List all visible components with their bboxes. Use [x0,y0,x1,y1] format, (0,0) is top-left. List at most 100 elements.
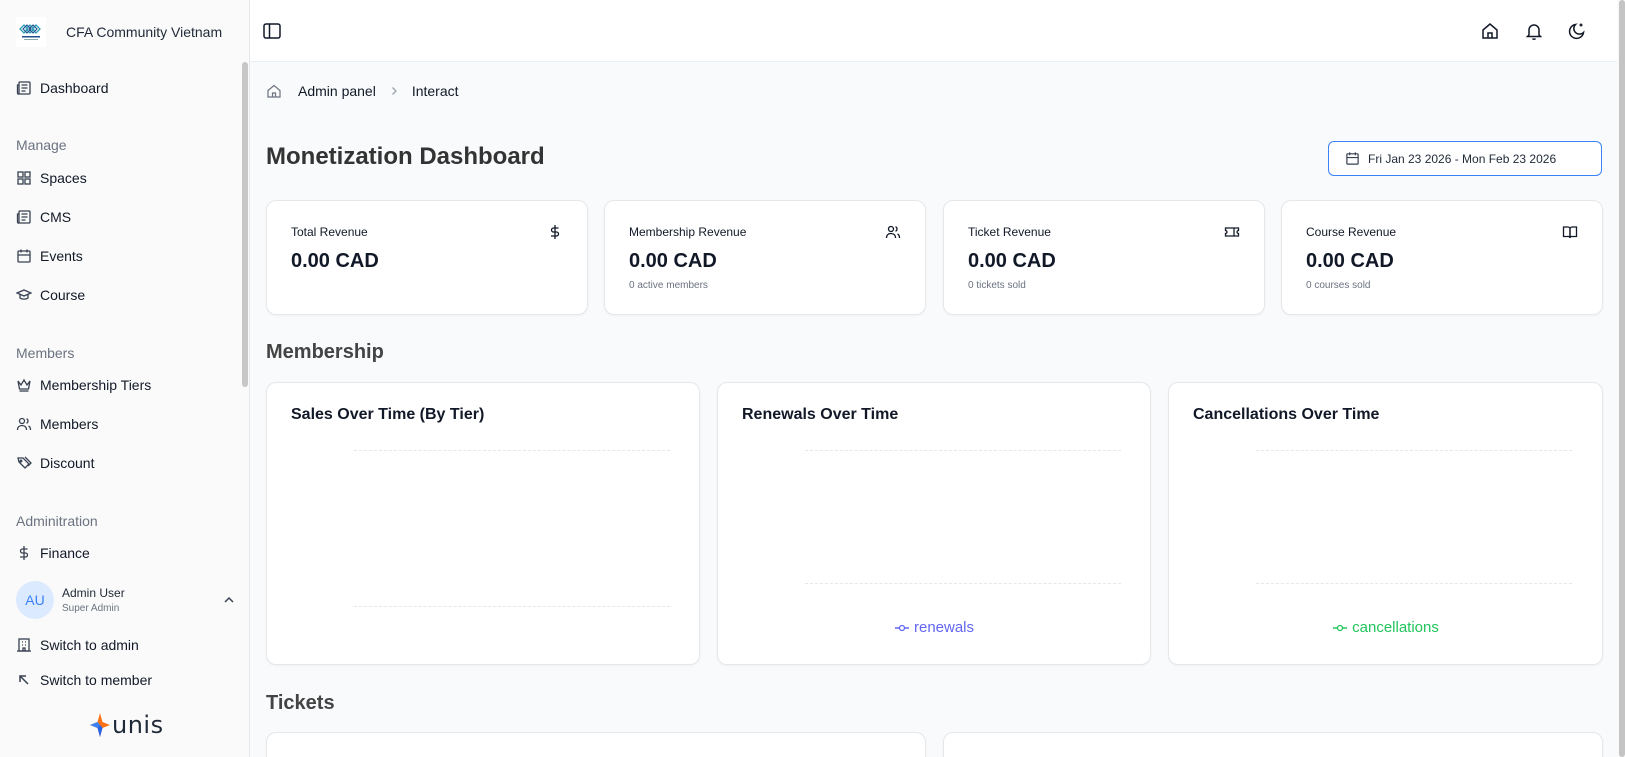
discount-tags-icon [17,456,32,469]
chart-legend: renewals [718,619,1150,636]
arrow-up-left-icon [19,675,29,685]
home-icon[interactable] [266,83,282,99]
chart-grid-line [354,450,670,451]
nav-group-members: Members [16,345,75,361]
line-marker-icon [1333,624,1348,631]
legend-label-cancellations: cancellations [1352,619,1439,636]
page-title: Monetization Dashboard [266,143,545,170]
kpi-subtext: 0 active members [629,280,708,291]
sidebar-item-label: Events [40,248,83,264]
kpi-label: Total Revenue [291,225,368,239]
breadcrumb-item-admin-panel[interactable]: Admin panel [298,83,376,99]
chart-legend: cancellations [1169,619,1602,636]
calendar-icon [1346,152,1359,165]
user-name: Admin User [62,586,125,600]
home-icon[interactable] [1480,21,1500,41]
chart-grid-line [805,583,1121,584]
sidebar-item-membership-tiers[interactable]: Membership Tiers [16,373,151,397]
nav-group-manage: Manage [16,137,67,153]
kpi-value: 0.00 CAD [629,250,717,272]
date-range-text: Fri Jan 23 2026 - Mon Feb 23 2026 [1368,151,1557,166]
chart-grid-line [354,606,670,607]
switch-to-member-label: Switch to member [40,672,153,688]
unis-wordmark: unis [112,711,164,739]
users-icon [885,225,901,239]
chart-card-sales: Sales Over Time (By Tier) [266,382,700,665]
ticket-icon [1224,227,1240,237]
sidebar-item-dashboard[interactable]: Dashboard [16,76,109,100]
switch-to-member-button[interactable]: Switch to member [16,668,152,692]
kpi-subtext: 0 tickets sold [968,280,1026,291]
building-icon [17,638,31,652]
chart-grid-line [805,450,1121,451]
sidebar-item-label: Spaces [40,170,87,186]
unis-logo: unis [89,711,164,739]
sidebar-item-discount[interactable]: Discount [16,451,94,475]
kpi-value: 0.00 CAD [1306,250,1394,272]
sidebar-item-course[interactable]: Course [16,283,85,307]
sidebar-item-finance[interactable]: Finance [16,541,90,565]
chart-title: Sales Over Time (By Tier) [291,406,485,423]
grid-icon [17,171,31,185]
kpi-value: 0.00 CAD [968,250,1056,272]
chart-card-cancellations: Cancellations Over Time cancellations [1168,382,1603,665]
sidebar-item-label: Members [40,416,99,432]
graduation-cap-icon [16,289,32,300]
app-name: CFA Community Vietnam [66,24,223,40]
breadcrumb: Admin panel Interact [266,81,459,101]
top-bar [250,0,1625,62]
sidebar-item-events[interactable]: Events [16,244,83,268]
kpi-label: Ticket Revenue [968,225,1051,239]
chart-title: Renewals Over Time [742,406,899,423]
kpi-card-course-revenue: Course Revenue 0.00 CAD 0 courses sold [1281,200,1603,315]
line-marker-icon [894,624,909,631]
sidebar-item-members[interactable]: Members [16,412,98,436]
moon-icon[interactable] [1567,21,1587,41]
date-range-picker[interactable]: Fri Jan 23 2026 - Mon Feb 23 2026 [1328,141,1602,176]
sidebar-item-cms[interactable]: CMS [16,205,71,229]
community-logo-icon [16,17,46,47]
kpi-label: Course Revenue [1306,225,1397,239]
sidebar-toggle-icon[interactable] [262,21,282,41]
chart-grid-line [1256,450,1572,451]
kpi-subtext: 0 courses sold [1306,280,1371,291]
legend-label-renewals: renewals [913,619,975,636]
dollar-icon [19,546,29,560]
avatar: AU [16,581,54,619]
kpi-card-total-revenue: Total Revenue 0.00 CAD [266,200,588,315]
sidebar-item-label: Finance [40,545,90,561]
chart-card-tickets-1 [266,732,926,757]
chart-grid-line [1256,583,1572,584]
section-title-tickets: Tickets [266,692,335,714]
sidebar-scrollbar[interactable] [242,62,248,387]
kpi-label: Membership Revenue [629,225,747,239]
section-title-membership: Membership [266,341,384,363]
chart-card-renewals: Renewals Over Time renewals [717,382,1151,665]
nav-group-administration: Adminitration [16,513,98,529]
sidebar: CFA Community Vietnam Dashboard Manage S… [0,0,250,757]
switch-to-admin-label: Switch to admin [40,637,139,653]
crown-icon [17,378,31,392]
chevron-up-icon[interactable] [222,593,236,607]
sidebar-item-label: Dashboard [40,80,109,96]
chart-title: Cancellations Over Time [1193,406,1380,423]
chevron-right-icon [391,87,397,95]
calendar-icon [17,249,31,263]
newspaper-icon [16,210,31,224]
sidebar-item-spaces[interactable]: Spaces [16,166,87,190]
brand[interactable]: CFA Community Vietnam [16,17,222,47]
sidebar-item-label: Course [40,287,86,303]
book-icon [1562,226,1578,239]
chart-card-tickets-2 [943,732,1603,757]
page-scrollbar[interactable] [1619,0,1625,757]
dollar-icon [550,225,560,239]
kpi-card-membership-revenue: Membership Revenue 0.00 CAD 0 active mem… [604,200,926,315]
sidebar-item-label: CMS [40,209,72,225]
user-menu[interactable]: AU Admin User Super Admin [16,580,236,620]
kpi-value: 0.00 CAD [291,250,379,272]
switch-to-admin-button[interactable]: Switch to admin [16,633,139,657]
bell-icon[interactable] [1524,21,1544,41]
newspaper-icon [16,81,31,95]
users-icon [16,417,32,431]
unis-star-icon [90,713,110,737]
